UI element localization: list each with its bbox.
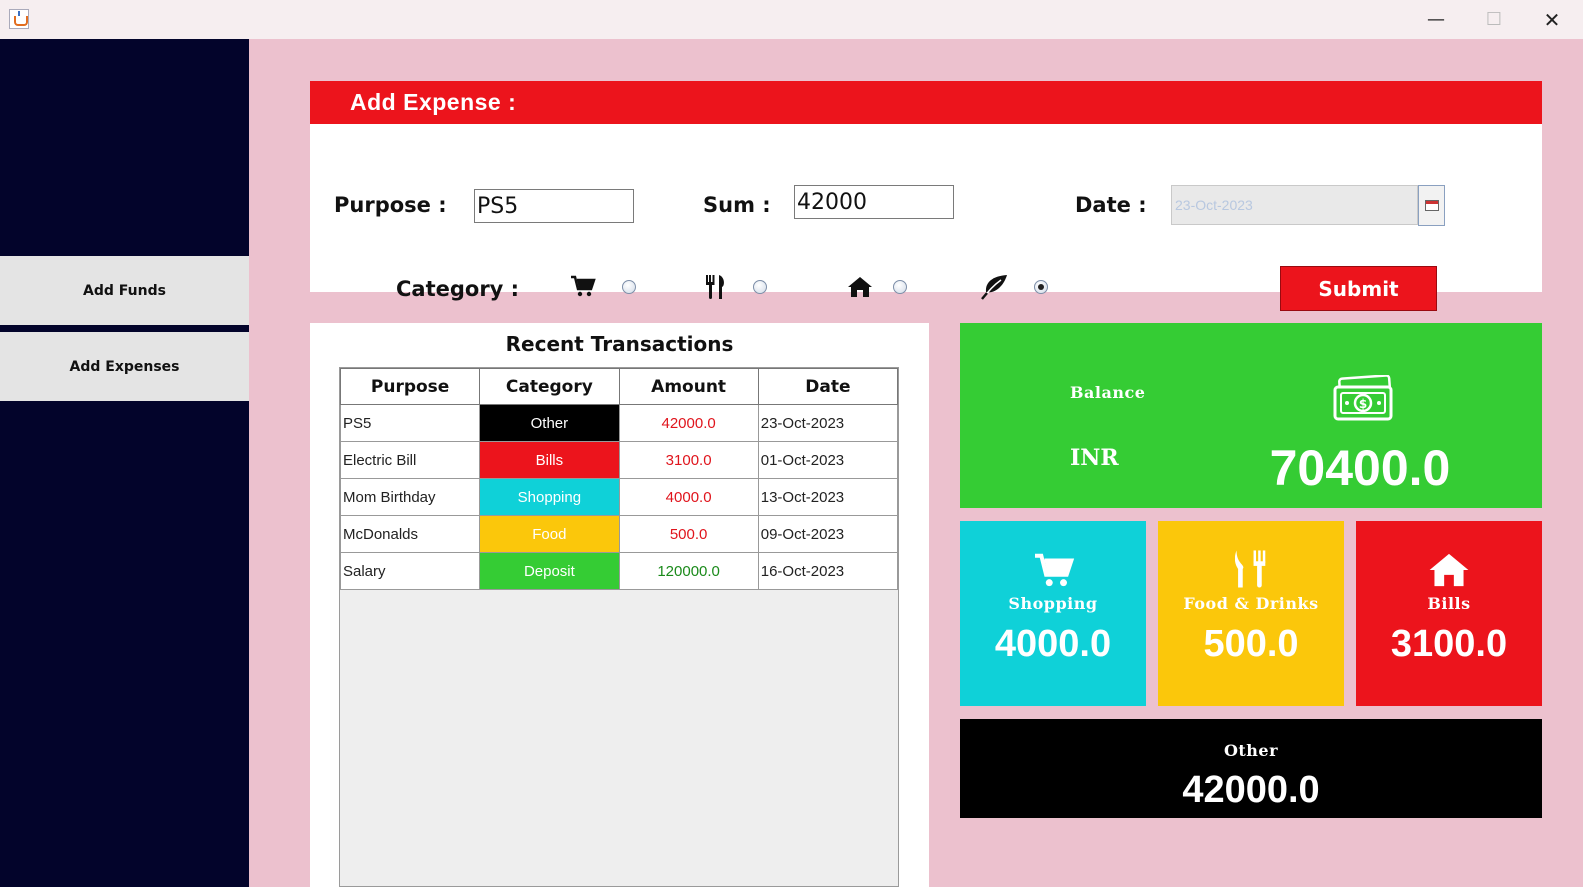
cell-date: 16-Oct-2023 bbox=[757, 552, 899, 590]
other-card: Other 42000.0 bbox=[960, 719, 1542, 818]
sum-label: Sum : bbox=[703, 193, 771, 217]
cell-purpose: Electric Bill bbox=[339, 441, 481, 479]
sum-input[interactable]: 42000 bbox=[794, 185, 954, 219]
shopping-card: Shopping 4000.0 bbox=[960, 521, 1146, 706]
calendar-button[interactable] bbox=[1418, 185, 1445, 226]
home-icon bbox=[1429, 553, 1469, 587]
date-label: Date : bbox=[1075, 193, 1147, 217]
svg-text:$: $ bbox=[1359, 397, 1367, 411]
fork-knife-icon bbox=[1235, 550, 1266, 588]
add-expenses-button[interactable]: Add Expenses bbox=[0, 332, 249, 401]
calendar-icon bbox=[1424, 200, 1439, 211]
cell-category: Other bbox=[479, 404, 620, 442]
cell-purpose: McDonalds bbox=[339, 515, 481, 553]
currency-label: INR bbox=[1070, 445, 1119, 471]
food-drinks-card: Food & Drinks 500.0 bbox=[1158, 521, 1344, 706]
food-drinks-label: Food & Drinks bbox=[1183, 594, 1319, 613]
cell-purpose: PS5 bbox=[339, 404, 481, 442]
table-row[interactable]: Mom Birthday Shopping 4000.0 13-Oct-2023 bbox=[339, 478, 899, 516]
add-funds-button[interactable]: Add Funds bbox=[0, 256, 249, 325]
shopping-value: 4000.0 bbox=[994, 623, 1112, 665]
cell-amount: 4000.0 bbox=[618, 478, 759, 516]
submit-button[interactable]: Submit bbox=[1280, 266, 1437, 311]
bills-value: 3100.0 bbox=[1390, 623, 1508, 665]
bills-card: Bills 3100.0 bbox=[1356, 521, 1542, 706]
main-panel: Add Expense : Purpose : PS5 Sum : 42000 … bbox=[249, 39, 1583, 887]
cell-amount: 3100.0 bbox=[618, 441, 759, 479]
shopping-label: Shopping bbox=[1008, 594, 1098, 613]
balance-value: 70400.0 bbox=[1269, 440, 1451, 496]
cart-icon bbox=[1035, 553, 1075, 587]
recent-transactions-panel: Recent Transactions Purpose Category Amo… bbox=[310, 323, 929, 887]
cell-amount: 500.0 bbox=[618, 515, 759, 553]
cart-icon bbox=[571, 275, 596, 297]
java-app-icon bbox=[9, 9, 29, 29]
food-drinks-value: 500.0 bbox=[1203, 623, 1299, 665]
leaf-icon bbox=[981, 275, 1007, 300]
form-header: Add Expense : bbox=[310, 81, 1542, 124]
home-icon bbox=[848, 277, 872, 297]
close-button[interactable]: ✕ bbox=[1524, 0, 1580, 39]
cell-purpose: Salary bbox=[339, 552, 481, 590]
bills-label: Bills bbox=[1427, 594, 1471, 613]
other-label: Other bbox=[1223, 741, 1279, 760]
date-input[interactable]: 23-Oct-2023 bbox=[1171, 185, 1418, 225]
other-value: 42000.0 bbox=[1182, 769, 1320, 811]
category-radio-food[interactable] bbox=[753, 280, 767, 294]
cell-date: 01-Oct-2023 bbox=[757, 441, 899, 479]
maximize-button[interactable]: ☐ bbox=[1466, 0, 1522, 39]
column-header-category[interactable]: Category bbox=[479, 368, 620, 405]
table-row[interactable]: PS5 Other 42000.0 23-Oct-2023 bbox=[339, 404, 899, 442]
column-header-date[interactable]: Date bbox=[757, 368, 899, 405]
table-row[interactable]: Electric Bill Bills 3100.0 01-Oct-2023 bbox=[339, 441, 899, 479]
cell-purpose: Mom Birthday bbox=[339, 478, 481, 516]
cell-date: 13-Oct-2023 bbox=[757, 478, 899, 516]
purpose-label: Purpose : bbox=[334, 193, 447, 217]
cell-amount: 120000.0 bbox=[618, 552, 759, 590]
column-header-amount[interactable]: Amount bbox=[618, 368, 759, 405]
minimize-button[interactable]: — bbox=[1408, 0, 1464, 39]
sidebar: Add Funds Add Expenses bbox=[0, 39, 249, 887]
category-label: Category : bbox=[396, 277, 520, 301]
balance-label: Balance bbox=[1070, 383, 1146, 402]
cell-category: Bills bbox=[479, 441, 620, 479]
transactions-table-viewport[interactable]: Purpose Category Amount Date PS5 Other 420… bbox=[339, 367, 899, 887]
cell-category: Shopping bbox=[479, 478, 620, 516]
column-header-purpose[interactable]: Purpose bbox=[339, 368, 481, 405]
cell-category: Food bbox=[479, 515, 620, 553]
fork-knife-icon bbox=[706, 275, 724, 299]
cell-date: 09-Oct-2023 bbox=[757, 515, 899, 553]
money-icon: $ bbox=[1333, 375, 1393, 421]
cell-amount: 42000.0 bbox=[618, 404, 759, 442]
category-radio-other[interactable] bbox=[1034, 280, 1048, 294]
window-titlebar: — ☐ ✕ bbox=[0, 0, 1583, 39]
category-radio-shopping[interactable] bbox=[622, 280, 636, 294]
table-row[interactable]: McDonalds Food 500.0 09-Oct-2023 bbox=[339, 515, 899, 553]
purpose-input[interactable]: PS5 bbox=[474, 189, 634, 223]
cell-category: Deposit bbox=[479, 552, 620, 590]
balance-card: Balance INR $ 70400.0 bbox=[960, 323, 1542, 508]
recent-transactions-title: Recent Transactions bbox=[505, 332, 734, 356]
table-row[interactable]: Salary Deposit 120000.0 16-Oct-2023 bbox=[339, 552, 899, 590]
cell-date: 23-Oct-2023 bbox=[757, 404, 899, 442]
transactions-table: Purpose Category Amount Date PS5 Other 420… bbox=[339, 368, 899, 590]
category-radio-bills[interactable] bbox=[893, 280, 907, 294]
add-expense-form: Add Expense : Purpose : PS5 Sum : 42000 … bbox=[310, 81, 1542, 311]
